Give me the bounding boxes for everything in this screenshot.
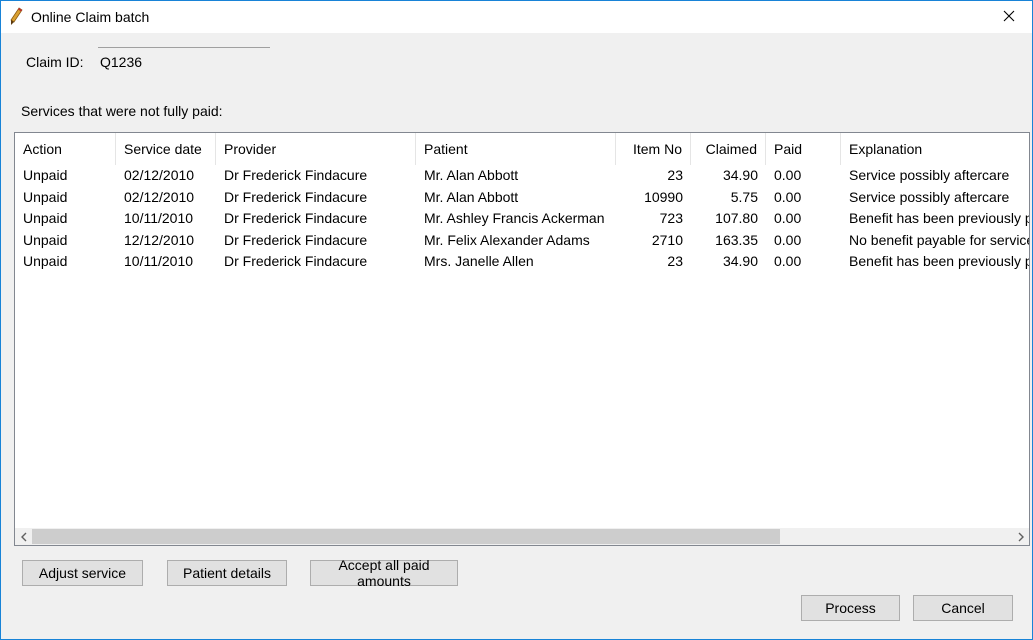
cell-explanation: No benefit payable for services: [849, 231, 1030, 248]
cell-service-date: 10/11/2010: [124, 210, 194, 226]
column-header-explanation[interactable]: Explanation: [841, 133, 1029, 165]
cell-provider: Dr Frederick Findacure: [224, 231, 368, 248]
cell-action: Unpaid: [23, 253, 68, 269]
cell-explanation: Benefit has been previously paid: [849, 210, 1029, 226]
cell-action: Unpaid: [23, 167, 68, 183]
cell-item-no: 23: [667, 167, 683, 183]
table-row[interactable]: Unpaid 02/12/2010 Dr Frederick Findacure…: [15, 165, 1029, 187]
list-rows: Unpaid 02/12/2010 Dr Frederick Findacure…: [15, 165, 1029, 273]
cell-paid: 0.00: [774, 210, 802, 226]
cell-claimed: 34.90: [722, 253, 758, 269]
cell-claimed: 163.35: [715, 231, 758, 248]
cell-patient: Mr. Alan Abbott: [424, 188, 519, 205]
horizontal-scrollbar[interactable]: [15, 528, 1029, 545]
patient-details-button[interactable]: Patient details: [167, 560, 287, 586]
cell-provider: Dr Frederick Findacure: [224, 253, 368, 269]
chevron-left-icon: [20, 529, 28, 545]
cell-action: Unpaid: [23, 188, 68, 205]
scroll-thumb[interactable]: [32, 529, 780, 544]
services-list[interactable]: Action Service date Provider Patient Ite…: [14, 132, 1030, 546]
cell-item-no: 723: [659, 210, 683, 226]
cell-patient: Mr. Felix Alexander Adams: [424, 231, 590, 248]
adjust-service-button[interactable]: Adjust service: [22, 560, 143, 586]
table-row[interactable]: Unpaid 12/12/2010 Dr Frederick Findacure…: [15, 230, 1029, 252]
cell-claimed: 107.80: [715, 210, 758, 226]
close-button[interactable]: [986, 1, 1032, 33]
claim-id-label: Claim ID:: [26, 54, 84, 70]
cell-paid: 0.00: [774, 188, 802, 205]
claim-id-input[interactable]: [98, 47, 270, 73]
cell-explanation: Service possibly aftercare: [849, 188, 1010, 205]
cell-paid: 0.00: [774, 231, 802, 248]
cell-service-date: 02/12/2010: [124, 188, 195, 205]
chevron-right-icon: [1017, 529, 1025, 545]
cell-patient: Mrs. Janelle Allen: [424, 253, 534, 269]
cell-provider: Dr Frederick Findacure: [224, 167, 368, 183]
column-header-claimed[interactable]: Claimed: [691, 133, 766, 165]
cell-provider: Dr Frederick Findacure: [224, 210, 368, 226]
scroll-right-button[interactable]: [1012, 528, 1029, 545]
column-header-item-no[interactable]: Item No: [616, 133, 691, 165]
process-button[interactable]: Process: [801, 595, 900, 621]
cell-explanation: Service possibly aftercare: [849, 167, 1010, 183]
cell-provider: Dr Frederick Findacure: [224, 188, 368, 205]
cell-action: Unpaid: [23, 210, 68, 226]
cell-explanation: Benefit has been previously paid: [849, 253, 1029, 269]
column-header-service-date[interactable]: Service date: [116, 133, 216, 165]
cell-claimed: 5.75: [730, 188, 758, 205]
services-label: Services that were not fully paid:: [21, 103, 223, 119]
column-header-provider[interactable]: Provider: [216, 133, 416, 165]
table-row[interactable]: Unpaid 02/12/2010 Dr Frederick Findacure…: [15, 187, 1029, 209]
cancel-button[interactable]: Cancel: [913, 595, 1013, 621]
scroll-left-button[interactable]: [15, 528, 32, 545]
cell-action: Unpaid: [23, 231, 68, 248]
cell-paid: 0.00: [774, 167, 802, 183]
cell-service-date: 02/12/2010: [124, 167, 195, 183]
cell-service-date: 12/12/2010: [124, 231, 195, 248]
cell-item-no: 2710: [651, 231, 683, 248]
cell-item-no: 23: [667, 253, 683, 269]
cell-claimed: 34.90: [722, 167, 758, 183]
cell-paid: 0.00: [774, 253, 802, 269]
table-row[interactable]: Unpaid 10/11/2010 Dr Frederick Findacure…: [15, 251, 1029, 273]
close-icon: [1003, 9, 1015, 25]
cell-patient: Mr. Ashley Francis Ackerman: [424, 210, 605, 226]
column-header-patient[interactable]: Patient: [416, 133, 616, 165]
cell-service-date: 10/11/2010: [124, 253, 194, 269]
column-header-action[interactable]: Action: [15, 133, 116, 165]
dialog-window: Online Claim batch Claim ID: Services th…: [0, 0, 1033, 640]
window-title: Online Claim batch: [31, 9, 150, 25]
cell-item-no: 10990: [644, 188, 683, 205]
column-header-paid[interactable]: Paid: [766, 133, 841, 165]
pencil-icon: [8, 7, 24, 27]
accept-all-paid-amounts-button[interactable]: Accept all paid amounts: [310, 557, 458, 589]
cell-patient: Mr. Alan Abbott: [424, 167, 519, 183]
title-bar[interactable]: Online Claim batch: [1, 1, 1032, 33]
table-row[interactable]: Unpaid 10/11/2010 Dr Frederick Findacure…: [15, 208, 1029, 230]
list-header: Action Service date Provider Patient Ite…: [15, 133, 1029, 165]
